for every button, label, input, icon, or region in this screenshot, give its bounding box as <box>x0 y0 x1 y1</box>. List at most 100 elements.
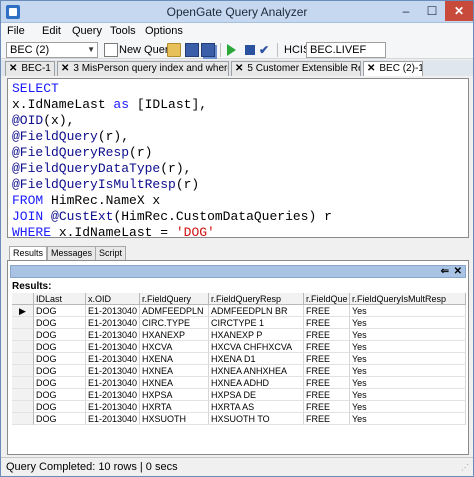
table-cell[interactable]: Yes <box>350 389 466 401</box>
table-cell[interactable]: ADMFEEDPLN BR <box>209 305 304 317</box>
table-row[interactable]: DOG E1-2013040 HXRTA HXRTA AS FREE Yes <box>12 401 466 413</box>
table-cell[interactable]: FREE <box>304 341 350 353</box>
table-cell[interactable]: E1-2013040 <box>86 353 140 365</box>
hcis-select[interactable]: BEC.LIVEF <box>306 42 386 58</box>
resize-grip-icon[interactable]: ⋰ <box>461 463 471 473</box>
table-cell[interactable]: E1-2013040 <box>86 365 140 377</box>
maximize-button[interactable]: ☐ <box>419 1 445 21</box>
table-row[interactable]: DOG E1-2013040 HXSUOTH HXSUOTH TO FREE Yes <box>12 413 466 425</box>
table-cell[interactable]: HXANEXP P <box>209 329 304 341</box>
table-cell[interactable]: HXPSA <box>140 389 209 401</box>
close-tab-icon[interactable]: ✕ <box>9 63 17 74</box>
row-header[interactable] <box>12 353 34 365</box>
minimize-button[interactable]: – <box>393 1 419 21</box>
menu-edit[interactable]: Edit <box>42 25 61 37</box>
table-cell[interactable]: HXPSA DE <box>209 389 304 401</box>
row-header[interactable] <box>12 377 34 389</box>
column-header[interactable]: x.OID <box>86 293 140 305</box>
table-row[interactable]: DOG E1-2013040 CIRC.TYPE CIRCTYPE 1 FREE Yes <box>12 317 466 329</box>
open-folder-icon[interactable] <box>167 43 181 57</box>
table-cell[interactable]: HXANEXP <box>140 329 209 341</box>
table-row[interactable]: DOG E1-2013040 HXENA HXENA D1 FREE Yes <box>12 353 466 365</box>
save-all-icon[interactable] <box>201 43 215 57</box>
table-cell[interactable]: CIRC.TYPE <box>140 317 209 329</box>
new-query-button[interactable]: New Query <box>119 43 174 57</box>
close-button[interactable]: ✕ <box>445 1 473 21</box>
table-cell[interactable]: E1-2013040 <box>86 377 140 389</box>
table-cell[interactable]: FREE <box>304 329 350 341</box>
table-cell[interactable]: Yes <box>350 365 466 377</box>
table-cell[interactable]: CIRCTYPE 1 <box>209 317 304 329</box>
column-header[interactable]: r.FieldQue <box>304 293 350 305</box>
parse-check-icon[interactable]: ✔ <box>259 43 273 57</box>
table-cell[interactable]: E1-2013040 <box>86 389 140 401</box>
table-cell[interactable]: Yes <box>350 341 466 353</box>
table-cell[interactable]: DOG <box>34 401 86 413</box>
table-cell[interactable]: FREE <box>304 413 350 425</box>
row-header[interactable] <box>12 413 34 425</box>
table-cell[interactable]: FREE <box>304 305 350 317</box>
menu-query[interactable]: Query <box>72 25 102 37</box>
table-cell[interactable]: E1-2013040 <box>86 341 140 353</box>
table-cell[interactable]: E1-2013040 <box>86 305 140 317</box>
table-cell[interactable]: HXCVA CHFHXCVA <box>209 341 304 353</box>
tab-bec-2-1[interactable]: ✕ BEC (2)-1 <box>363 61 423 76</box>
table-cell[interactable]: FREE <box>304 377 350 389</box>
close-icon[interactable]: ✕ <box>454 266 462 277</box>
menu-tools[interactable]: Tools <box>110 25 136 37</box>
column-header[interactable]: r.FieldQuery <box>140 293 209 305</box>
table-cell[interactable]: HXNEA ADHD <box>209 377 304 389</box>
table-cell[interactable]: DOG <box>34 329 86 341</box>
table-cell[interactable]: FREE <box>304 365 350 377</box>
table-cell[interactable]: DOG <box>34 341 86 353</box>
execute-icon[interactable] <box>227 44 236 56</box>
close-tab-icon[interactable]: ✕ <box>367 63 375 74</box>
table-cell[interactable]: DOG <box>34 305 86 317</box>
table-cell[interactable]: DOG <box>34 365 86 377</box>
row-header[interactable] <box>12 329 34 341</box>
table-cell[interactable]: DOG <box>34 389 86 401</box>
row-header[interactable] <box>12 389 34 401</box>
menu-file[interactable]: File <box>7 25 25 37</box>
table-cell[interactable]: FREE <box>304 389 350 401</box>
stop-icon[interactable] <box>245 45 255 55</box>
table-cell[interactable]: E1-2013040 <box>86 401 140 413</box>
table-cell[interactable]: DOG <box>34 377 86 389</box>
tab-misperson-query[interactable]: ✕ 3 MisPerson query index and where claus… <box>57 61 229 76</box>
table-cell[interactable]: E1-2013040 <box>86 329 140 341</box>
table-cell[interactable]: FREE <box>304 353 350 365</box>
sql-editor[interactable]: SELECT x.IdNameLast as [IDLast], @OID(x), @… <box>7 78 469 238</box>
table-cell[interactable]: E1-2013040 <box>86 317 140 329</box>
table-cell[interactable]: HXCVA <box>140 341 209 353</box>
connection-select[interactable]: BEC (2) ▼ <box>6 42 98 58</box>
menu-options[interactable]: Options <box>145 25 183 37</box>
table-cell[interactable]: HXSUOTH TO <box>209 413 304 425</box>
back-arrow-icon[interactable]: ⇐ <box>441 266 449 277</box>
row-header[interactable] <box>12 365 34 377</box>
column-header[interactable]: IDLast <box>34 293 86 305</box>
table-cell[interactable]: Yes <box>350 353 466 365</box>
table-cell[interactable]: Yes <box>350 329 466 341</box>
column-header[interactable]: r.FieldQueryIsMultResp <box>350 293 466 305</box>
row-header[interactable] <box>12 401 34 413</box>
tab-bec-1[interactable]: ✕ BEC-1 <box>5 61 55 76</box>
table-row[interactable]: DOG E1-2013040 HXCVA HXCVA CHFHXCVA FREE Yes <box>12 341 466 353</box>
table-cell[interactable]: Yes <box>350 413 466 425</box>
tab-results[interactable]: Results <box>9 246 48 260</box>
tab-script[interactable]: Script <box>95 246 127 260</box>
table-cell[interactable]: E1-2013040 <box>86 413 140 425</box>
table-cell[interactable]: Yes <box>350 305 466 317</box>
table-row[interactable]: DOG E1-2013040 HXNEA HXNEA ADHD FREE Yes <box>12 377 466 389</box>
table-row[interactable]: DOG E1-2013040 HXPSA HXPSA DE FREE Yes <box>12 389 466 401</box>
close-tab-icon[interactable]: ✕ <box>235 63 243 74</box>
tab-customer-extensible[interactable]: ✕ 5 Customer Extensible Records <box>231 61 361 76</box>
table-cell[interactable]: HXSUOTH <box>140 413 209 425</box>
row-header[interactable] <box>12 341 34 353</box>
save-icon[interactable] <box>185 43 199 57</box>
table-cell[interactable]: HXRTA AS <box>209 401 304 413</box>
table-cell[interactable]: DOG <box>34 317 86 329</box>
table-cell[interactable]: HXRTA <box>140 401 209 413</box>
table-cell[interactable]: HXENA D1 <box>209 353 304 365</box>
table-cell[interactable]: HXENA <box>140 353 209 365</box>
table-cell[interactable]: ADMFEEDPLN <box>140 305 209 317</box>
